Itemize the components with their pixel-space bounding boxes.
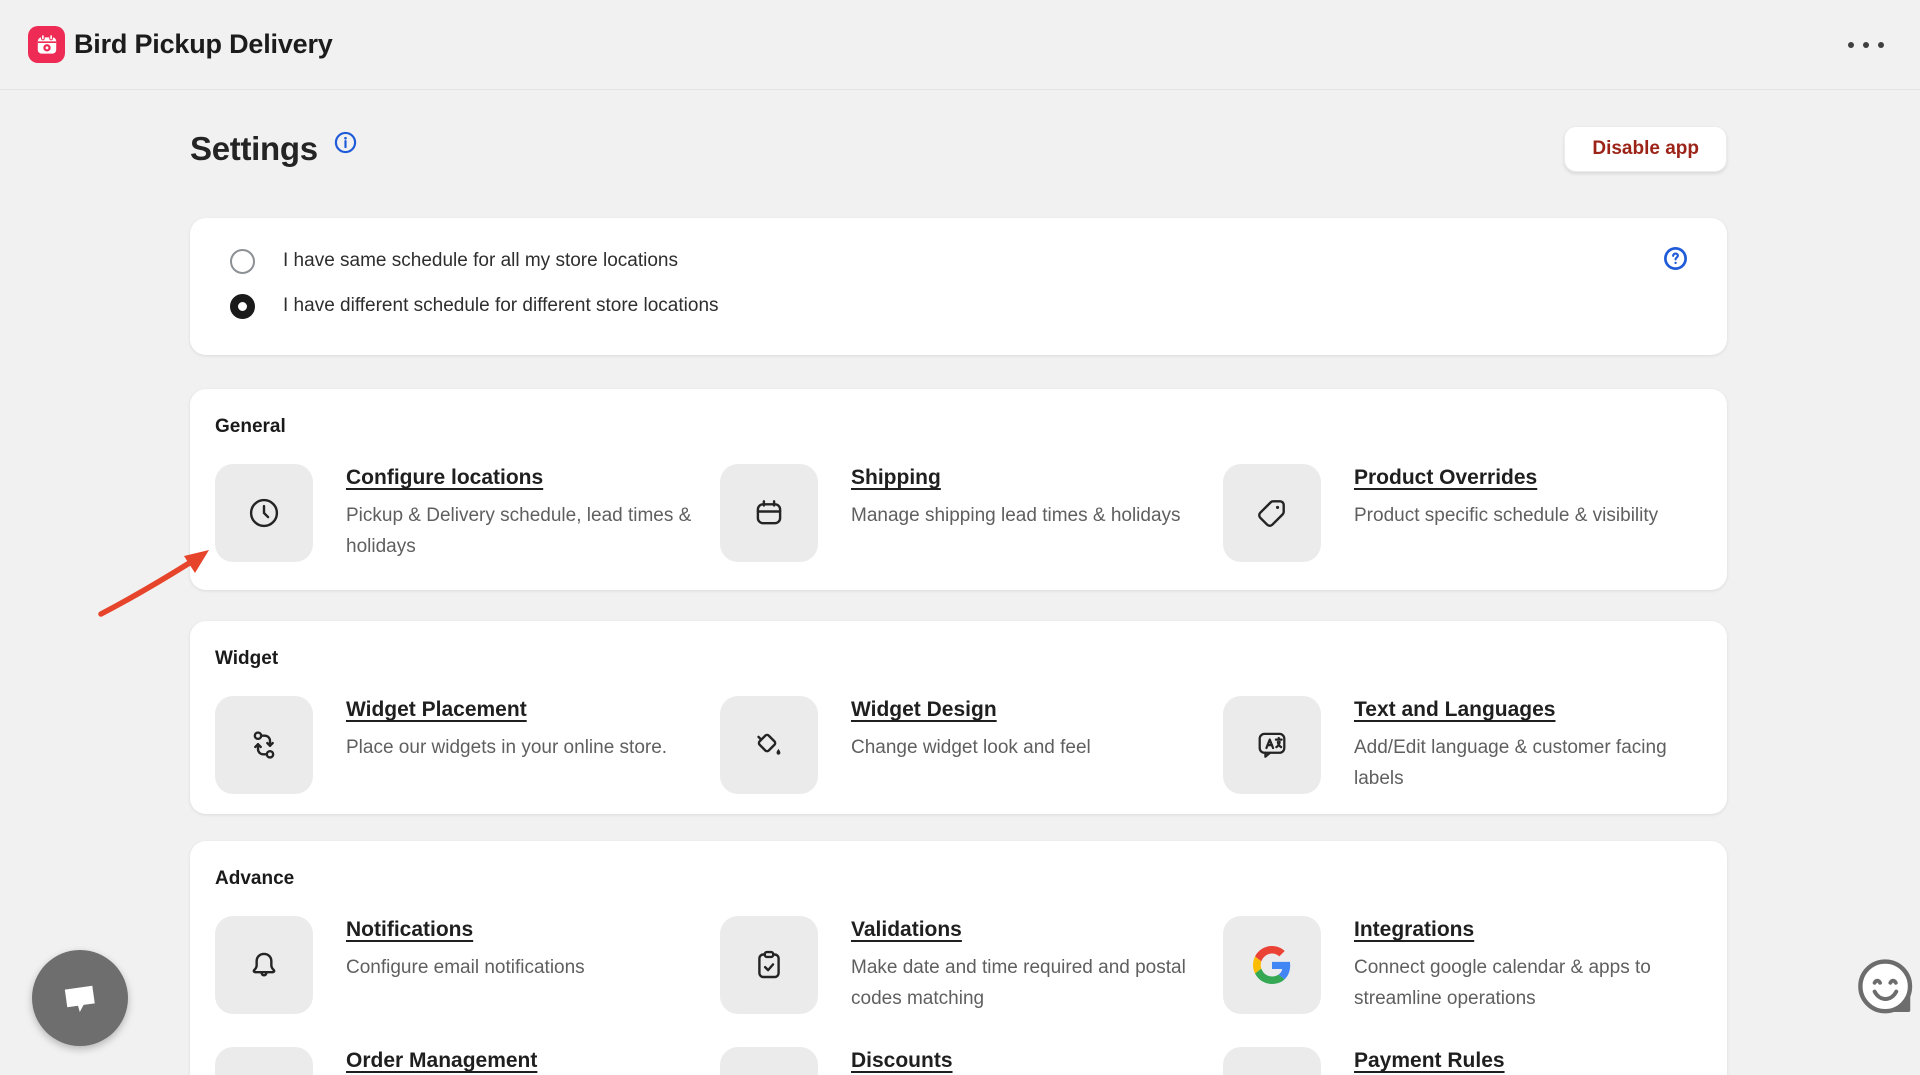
setting-description: Change widget look and feel (851, 737, 1091, 758)
settings-tile[interactable] (1223, 1047, 1321, 1075)
setting-link[interactable]: Shipping (851, 466, 941, 490)
settings-tile[interactable] (720, 1047, 818, 1075)
setting-link[interactable]: Order Management (346, 1049, 537, 1073)
app-title: Bird Pickup Delivery (74, 29, 333, 59)
setting-description: Configure email notifications (346, 957, 585, 978)
setting-description: Pickup & Delivery schedule, lead times &… (346, 505, 692, 557)
chat-bubble-icon (64, 985, 95, 1013)
calendar-icon[interactable] (720, 464, 818, 562)
setting-description: Product specific schedule & visibility (1354, 505, 1659, 526)
setting-link[interactable]: Discounts (851, 1049, 953, 1073)
app-logo-icon (28, 26, 65, 63)
setting-description: Add/Edit language & customer facing labe… (1354, 737, 1667, 789)
radio-label: I have different schedule for different … (283, 295, 719, 316)
setting-item-widget-design: Widget Design Change widget look and fee… (720, 696, 1223, 794)
settings-tile[interactable] (215, 1047, 313, 1075)
radio-option-same-schedule[interactable]: I have same schedule for all my store lo… (230, 246, 1693, 276)
setting-item-order-management: Order Management (215, 1047, 720, 1075)
page-title: Settings (190, 129, 318, 167)
info-icon[interactable] (333, 130, 358, 160)
schedule-options-card: I have same schedule for all my store lo… (190, 218, 1727, 355)
section-heading-general: General (215, 416, 286, 437)
radio-unselected[interactable] (230, 248, 255, 274)
tag-icon[interactable] (1223, 464, 1321, 562)
overflow-menu-icon[interactable] (1840, 32, 1892, 58)
setting-link[interactable]: Widget Design (851, 698, 997, 722)
settings-title-row: Settings Disable app (190, 121, 1727, 176)
clock-icon[interactable] (215, 464, 313, 562)
paint-bucket-icon[interactable] (720, 696, 818, 794)
setting-description: Place our widgets in your online store. (346, 737, 668, 758)
disable-app-button[interactable]: Disable app (1564, 125, 1727, 172)
setting-item-configure-locations: Configure locations Pickup & Delivery sc… (215, 464, 720, 562)
clipboard-check-icon[interactable] (720, 916, 818, 1014)
setting-link[interactable]: Notifications (346, 918, 473, 942)
radio-option-different-schedule[interactable]: I have different schedule for different … (230, 291, 1693, 321)
widget-section-card: Widget Widget Placement Place our widget… (190, 621, 1727, 814)
app-header: Bird Pickup Delivery (0, 0, 1920, 90)
setting-item-text-languages: Text and Languages Add/Edit language & c… (1223, 696, 1706, 794)
setting-item-notifications: Notifications Configure email notificati… (215, 916, 720, 1014)
setting-link[interactable]: Product Overrides (1354, 466, 1537, 490)
setting-link[interactable]: Configure locations (346, 466, 543, 490)
setting-item-widget-placement: Widget Placement Place our widgets in yo… (215, 696, 720, 794)
translate-icon[interactable] (1223, 696, 1321, 794)
setting-item-discounts: Discounts (720, 1047, 1223, 1075)
feedback-smiley-button[interactable] (1856, 956, 1918, 1029)
radio-selected[interactable] (230, 293, 255, 319)
google-icon[interactable] (1223, 916, 1321, 1014)
bell-icon[interactable] (215, 916, 313, 1014)
setting-item-payment-rules: Payment Rules (1223, 1047, 1706, 1075)
setting-item-product-overrides: Product Overrides Product specific sched… (1223, 464, 1706, 562)
setting-item-integrations: Integrations Connect google calendar & a… (1223, 916, 1706, 1014)
setting-link[interactable]: Payment Rules (1354, 1049, 1505, 1073)
setting-description: Make date and time required and postal c… (851, 957, 1186, 1009)
general-section-card: General Configure locations Pickup & Del… (190, 389, 1727, 590)
branch-icon[interactable] (215, 696, 313, 794)
chat-launcher-button[interactable] (32, 950, 128, 1046)
setting-link[interactable]: Integrations (1354, 918, 1474, 942)
setting-description: Manage shipping lead times & holidays (851, 505, 1181, 526)
setting-link[interactable]: Validations (851, 918, 962, 942)
setting-link[interactable]: Text and Languages (1354, 698, 1555, 722)
section-heading-widget: Widget (215, 648, 279, 669)
setting-description: Connect google calendar & apps to stream… (1354, 957, 1651, 1009)
advance-section-card: Advance Notifications Configure email no… (190, 841, 1727, 1075)
setting-item-shipping: Shipping Manage shipping lead times & ho… (720, 464, 1223, 562)
radio-label: I have same schedule for all my store lo… (283, 250, 678, 271)
setting-item-validations: Validations Make date and time required … (720, 916, 1223, 1014)
section-heading-advance: Advance (215, 868, 295, 889)
question-circle-icon[interactable] (1662, 245, 1689, 277)
setting-link[interactable]: Widget Placement (346, 698, 527, 722)
